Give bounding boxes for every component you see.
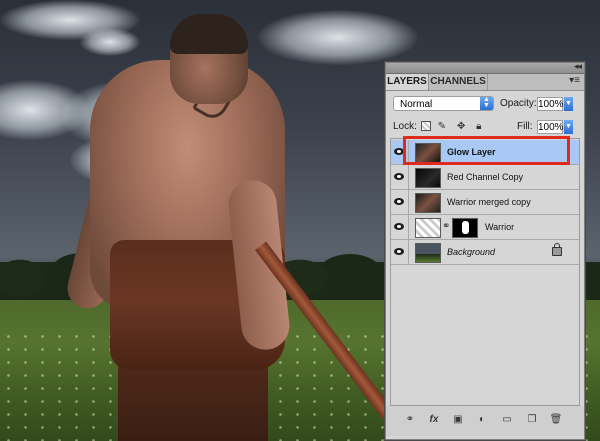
tab-layers[interactable]: LAYERS: [386, 74, 429, 90]
fill-input[interactable]: 100%: [537, 120, 564, 134]
layer-row-background[interactable]: Background: [391, 240, 579, 265]
lock-icon: [552, 243, 562, 256]
layer-mask-thumbnail-icon[interactable]: [452, 218, 478, 238]
panel-titlebar[interactable]: ◂◂: [386, 61, 584, 74]
trash-icon[interactable]: 🗑︎: [548, 413, 564, 427]
chain-link-icon[interactable]: ⚭: [442, 221, 450, 232]
visibility-toggle[interactable]: [391, 215, 409, 239]
layer-name: Warrior merged copy: [447, 197, 531, 207]
spinner-arrows-icon: ▲ ▼: [480, 96, 493, 110]
opacity-label: Opacity:: [500, 98, 537, 109]
layer-row-warrior-merged-copy[interactable]: Warrior merged copy: [391, 190, 579, 215]
layer-row-warrior[interactable]: ⚭ Warrior: [391, 215, 579, 240]
lock-move-icon[interactable]: ✥: [457, 121, 469, 132]
cloud: [258, 10, 418, 65]
panel-footer: ⚭ fx ▣ ◐ ▭ ❐ 🗑︎: [386, 406, 584, 436]
tab-channels[interactable]: CHANNELS: [429, 74, 488, 90]
fill-label: Fill:: [517, 121, 533, 132]
adjustment-icon[interactable]: ◐: [474, 413, 490, 427]
blend-mode-select[interactable]: Normal ▲ ▼: [393, 96, 494, 111]
eye-icon: [394, 248, 404, 255]
eye-icon: [394, 173, 404, 180]
landscape-thumbnail-icon: [415, 243, 441, 263]
lock-label: Lock:: [393, 121, 417, 132]
panel-menu-icon[interactable]: ▾≡: [569, 75, 580, 86]
fx-icon[interactable]: fx: [426, 413, 442, 427]
lock-transparent-icon[interactable]: [421, 121, 431, 132]
new-layer-icon[interactable]: ❐: [524, 413, 540, 427]
warrior-layer-thumbnail-icon: [415, 218, 441, 238]
cloud: [0, 0, 140, 40]
fill-dropdown-icon[interactable]: ▼: [564, 120, 573, 134]
warrior-thumbnail-icon: [415, 193, 441, 213]
warrior-hair: [170, 14, 248, 54]
mask-icon[interactable]: ▣: [450, 413, 466, 427]
visibility-toggle[interactable]: [391, 165, 409, 189]
layer-row-red-channel-copy[interactable]: Red Channel Copy: [391, 165, 579, 190]
opacity-input[interactable]: 100%: [537, 97, 564, 111]
panel-tabs: LAYERS CHANNELS ▾≡: [386, 74, 584, 91]
blend-mode-value: Normal: [400, 99, 433, 110]
opacity-dropdown-icon[interactable]: ▼: [564, 97, 573, 111]
lock-all-icon[interactable]: 🔒︎: [476, 121, 485, 132]
collapse-icon[interactable]: ◂◂: [574, 61, 582, 72]
layer-list: Glow Layer Red Channel Copy Warrior merg…: [390, 138, 580, 406]
lock-brush-icon[interactable]: ✎: [438, 121, 450, 132]
layer-name: Background: [447, 247, 496, 257]
layer-name: Red Channel Copy: [447, 172, 524, 182]
layer-name: Warrior: [485, 222, 515, 232]
folder-icon[interactable]: ▭: [499, 413, 515, 427]
lock-options: ✎ ✥ 🔒︎: [421, 121, 485, 132]
dark-thumbnail-icon: [415, 168, 441, 188]
eye-icon: [394, 148, 404, 155]
visibility-toggle[interactable]: [391, 240, 409, 264]
eye-icon: [394, 223, 404, 230]
layer-row-glow[interactable]: Glow Layer: [391, 140, 579, 165]
link-icon[interactable]: ⚭: [402, 413, 418, 427]
visibility-toggle[interactable]: [391, 140, 409, 164]
layer-name: Glow Layer: [447, 147, 496, 157]
layers-panel: ◂◂ LAYERS CHANNELS ▾≡ Normal ▲ ▼ Opacity:…: [385, 61, 585, 440]
warrior-thumbnail-icon: [415, 143, 441, 163]
eye-icon: [394, 198, 404, 205]
visibility-toggle[interactable]: [391, 190, 409, 214]
